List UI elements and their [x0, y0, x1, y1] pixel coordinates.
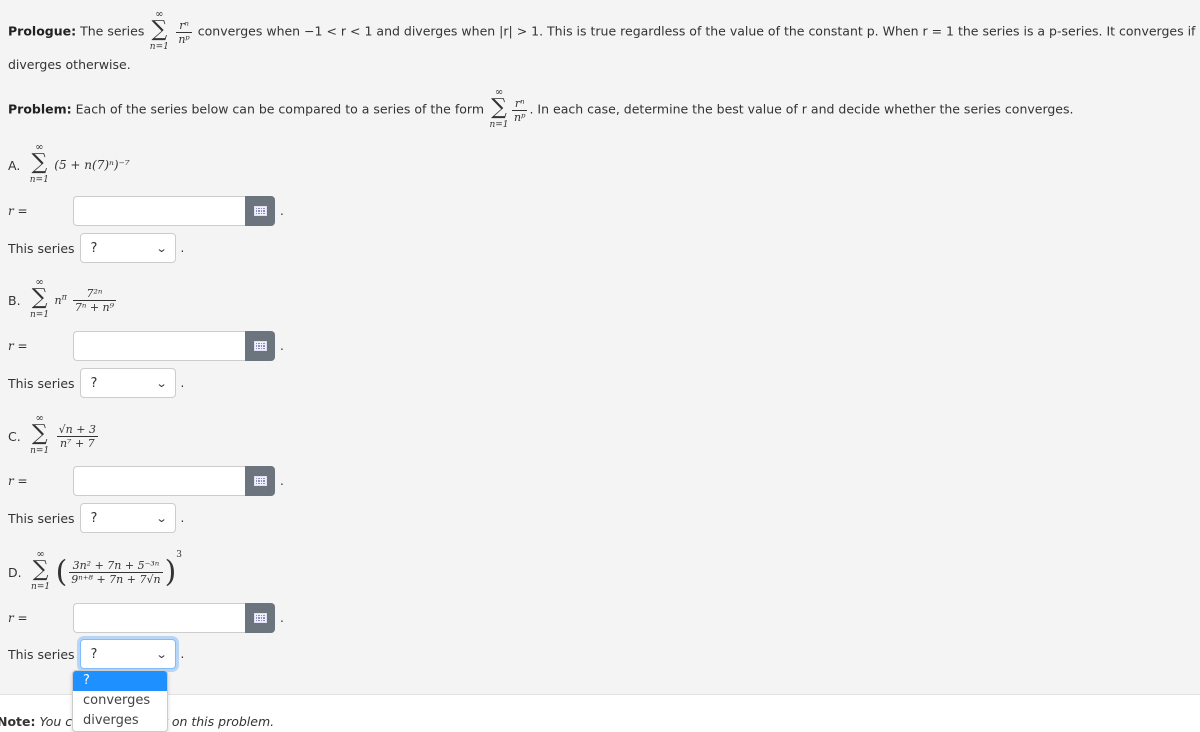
fraction: rⁿ nᵖ	[511, 96, 528, 124]
problem-text2: . In each case, determine the best value…	[529, 101, 1074, 117]
prologue-text3: diverges otherwise.	[8, 57, 131, 72]
fraction: √n + 3 n⁷ + 7	[56, 422, 98, 450]
part-a-series-row: This series ? ⌄ .	[8, 233, 184, 263]
convergence-select[interactable]: ? ⌄	[79, 368, 176, 398]
r-label: r =	[8, 204, 28, 218]
problem-lead: Problem:	[8, 101, 72, 117]
option-diverges[interactable]: diverges	[73, 711, 167, 731]
part-d-series-row: This series ? ⌄ .	[8, 639, 184, 669]
r-label: r =	[8, 474, 28, 488]
part-letter: B.	[8, 292, 21, 308]
option-converges[interactable]: converges	[73, 691, 167, 711]
series-label: This series	[8, 510, 75, 526]
part-a-r-row: r = .	[8, 196, 284, 226]
series-label: This series	[8, 375, 75, 391]
sum-symbol: ∞ ∑ n=1	[30, 413, 50, 457]
problem-text1: Each of the series below can be compared…	[75, 101, 484, 117]
chevron-down-icon: ⌄	[155, 511, 168, 525]
r-input[interactable]	[73, 196, 245, 226]
convergence-dropdown: ? converges diverges	[72, 670, 168, 732]
calculator-icon	[253, 613, 267, 623]
part-letter: C.	[8, 428, 21, 444]
r-label: r =	[8, 611, 28, 625]
r-input[interactable]	[73, 466, 245, 496]
chevron-down-icon: ⌄	[155, 241, 168, 255]
power: 3	[176, 550, 183, 560]
series-label: This series	[8, 240, 75, 256]
fraction: rⁿ nᵖ	[176, 18, 192, 46]
prologue-text1: The series	[80, 23, 145, 39]
sum-symbol: ∞ ∑ n=1	[30, 277, 50, 321]
prologue-lead: Prologue:	[8, 23, 77, 39]
fraction: 7²ⁿ 7ⁿ + n⁹	[72, 286, 117, 314]
r-input[interactable]	[73, 603, 245, 633]
series-label: This series	[8, 646, 75, 662]
fraction: 3n² + 7n + 5⁻³ⁿ 9ⁿ⁺⁸ + 7n + 7√n	[69, 558, 163, 586]
part-b-series-row: This series ? ⌄ .	[8, 368, 184, 398]
option-unknown[interactable]: ?	[73, 671, 167, 691]
part-c-r-row: r = .	[8, 466, 284, 496]
convergence-select[interactable]: ? ⌄	[79, 639, 176, 669]
prologue: Prologue: The series ∞ ∑ n=1 rⁿ nᵖ converge…	[8, 10, 1200, 54]
calculator-button[interactable]	[245, 196, 275, 226]
part-d-formula: D. ∞ ∑ n=1 (3n² + 7n + 5⁻³ⁿ 9ⁿ⁺⁸ + 7n + 7√n…	[8, 549, 183, 593]
convergence-select[interactable]: ? ⌄	[79, 233, 176, 263]
chevron-down-icon: ⌄	[155, 376, 168, 390]
part-b-r-row: r = .	[8, 331, 284, 361]
part-c-series-row: This series ? ⌄ .	[8, 503, 184, 533]
sum-symbol: ∞ ∑ n=1	[29, 142, 49, 186]
sum-symbol: ∞ ∑ n=1	[489, 87, 509, 131]
calculator-icon	[253, 476, 267, 486]
r-input[interactable]	[73, 331, 245, 361]
note-lead: Note:	[0, 714, 36, 729]
calculator-icon	[253, 206, 267, 216]
sum-symbol: ∞ ∑ n=1	[149, 9, 169, 53]
calculator-button[interactable]	[245, 603, 275, 633]
part-a-formula: A. ∞ ∑ n=1 (5 + n(7)ⁿ)⁻⁷	[8, 143, 130, 187]
calculator-icon	[253, 341, 267, 351]
prologue-text2: converges when −1 < r < 1 and diverges w…	[197, 23, 1200, 39]
calculator-button[interactable]	[245, 331, 275, 361]
part-letter: D.	[8, 564, 22, 580]
part-letter: A.	[8, 157, 21, 173]
part-d-r-row: r = .	[8, 603, 284, 633]
part-c-formula: C. ∞ ∑ n=1 √n + 3 n⁷ + 7	[8, 414, 100, 458]
convergence-select[interactable]: ? ⌄	[79, 503, 176, 533]
calculator-button[interactable]	[245, 466, 275, 496]
part-b-formula: B. ∞ ∑ n=1 nπ 7²ⁿ 7ⁿ + n⁹	[8, 277, 117, 321]
problem-statement: Problem: Each of the series below can be…	[8, 88, 1073, 132]
sum-symbol: ∞ ∑ n=1	[31, 549, 51, 593]
chevron-down-icon: ⌄	[155, 647, 168, 661]
r-label: r =	[8, 339, 28, 353]
expression: (5 + n(7)ⁿ)⁻⁷	[54, 158, 130, 172]
problem-area: Prologue: The series ∞ ∑ n=1 rⁿ nᵖ converge…	[0, 0, 1200, 695]
